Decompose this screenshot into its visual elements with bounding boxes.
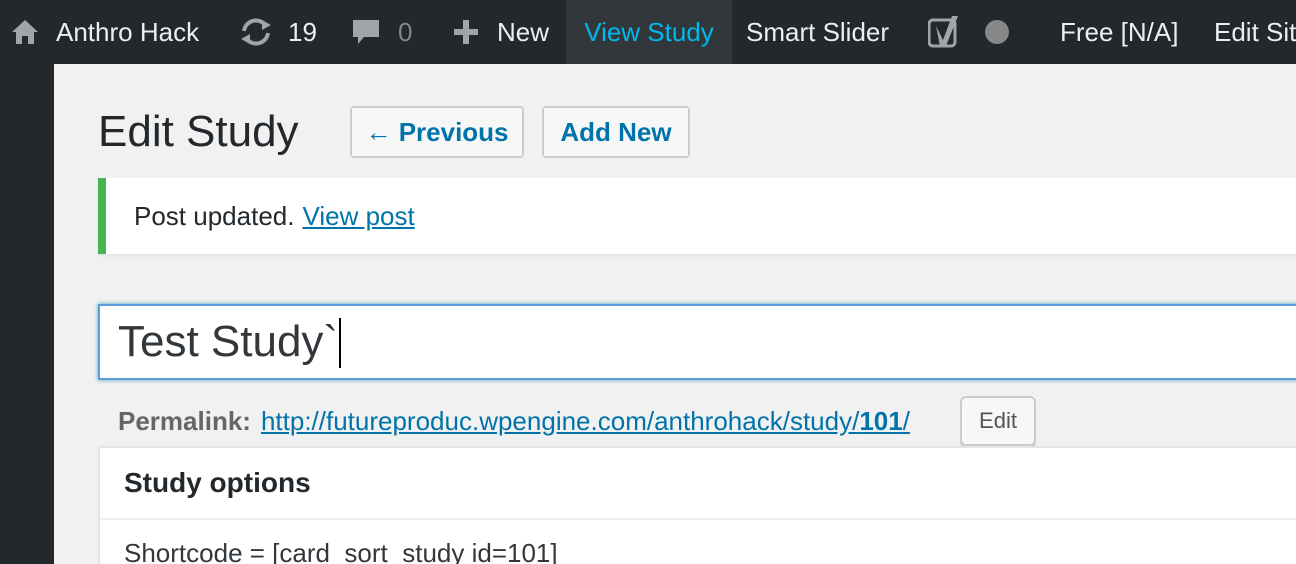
permalink-edit-button[interactable]: Edit [960,396,1036,446]
permalink-row: Permalink: http://futureproduc.wpengine.… [118,400,910,442]
seo-status-dot-icon[interactable] [985,0,1009,64]
edit-site-link[interactable]: Edit Sit [1214,0,1296,64]
shortcode-text: Shortcode = [card_sort_study id=101] [124,538,558,564]
site-name-link[interactable]: Anthro Hack [56,0,199,64]
updates-icon[interactable] [238,0,274,64]
text-caret [339,318,341,368]
admin-bar: Anthro Hack 19 0 New View Study Smart Sl… [0,0,1296,64]
plus-icon[interactable] [452,0,480,64]
update-notice: Post updated. View post [98,178,1296,254]
post-title-input[interactable] [98,304,1296,380]
view-study-link[interactable]: View Study [566,0,732,64]
previous-button[interactable]: ← Previous [350,106,524,158]
notice-text: Post updated. [134,200,295,231]
new-menu[interactable]: New [497,0,549,64]
add-new-button[interactable]: Add New [542,106,690,158]
permalink-label: Permalink: [118,405,251,436]
study-options-metabox: Study options Shortcode = [card_sort_stu… [98,446,1296,564]
page-title: Edit Study [98,107,299,156]
metabox-title[interactable]: Study options [100,448,1296,520]
view-post-link[interactable]: View post [302,201,414,232]
comment-icon[interactable] [350,0,382,64]
updates-count[interactable]: 19 [288,0,317,64]
smart-slider-link[interactable]: Smart Slider [746,0,889,64]
admin-sidebar [0,64,54,564]
free-na-menu[interactable]: Free [N/A] [1060,0,1178,64]
home-icon[interactable] [10,0,40,64]
permalink-url[interactable]: http://futureproduc.wpengine.com/anthroh… [261,406,910,437]
comments-count[interactable]: 0 [398,0,412,64]
yoast-icon[interactable] [928,0,964,64]
